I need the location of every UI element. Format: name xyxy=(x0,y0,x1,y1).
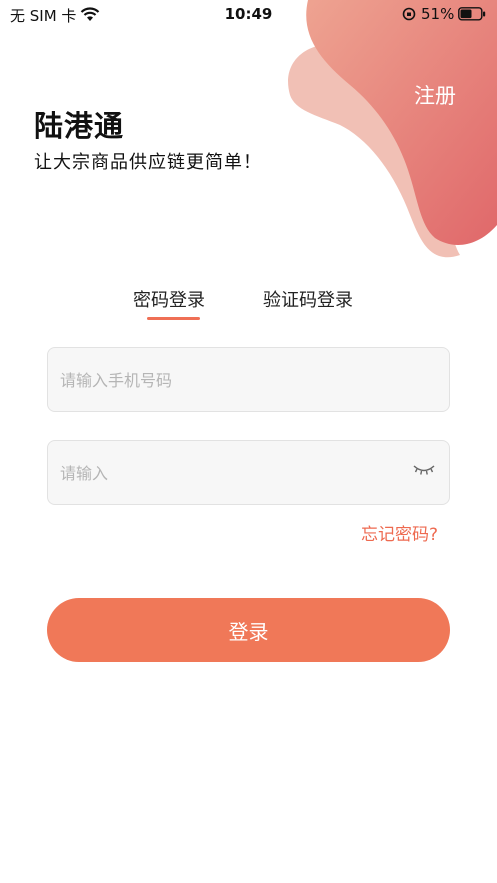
brand-logo: 陆港通 xyxy=(34,109,125,143)
status-bar: 无 SIM 卡 10:49 51% xyxy=(0,0,497,30)
eye-closed-icon[interactable] xyxy=(413,463,435,477)
forgot-password-link[interactable]: 忘记密码? xyxy=(361,520,438,545)
tab-password-login[interactable]: 密码登录 xyxy=(133,286,205,312)
phone-field xyxy=(47,347,450,413)
decorative-blob xyxy=(288,0,497,258)
battery-percent: 51% xyxy=(421,5,455,23)
battery-icon xyxy=(458,7,486,21)
slogan: 让大宗商品供应链更简单！ xyxy=(34,152,262,173)
password-input[interactable] xyxy=(58,441,412,506)
rotation-lock-icon xyxy=(402,7,416,21)
login-button[interactable]: 登录 xyxy=(47,598,450,662)
register-link[interactable]: 注册 xyxy=(414,80,456,110)
active-tab-indicator xyxy=(147,317,200,320)
tab-sms-login[interactable]: 验证码登录 xyxy=(263,286,353,312)
password-field xyxy=(47,440,450,506)
phone-input[interactable] xyxy=(58,348,412,413)
